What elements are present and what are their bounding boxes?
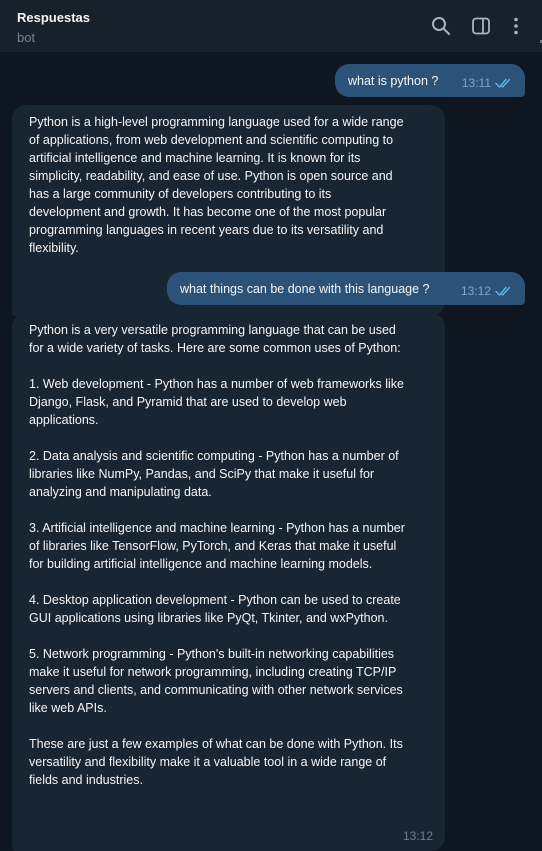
double-check-icon bbox=[495, 78, 511, 88]
chat-header: Respuestas bot bbox=[0, 0, 542, 53]
more-vertical-icon bbox=[514, 17, 518, 35]
sidebar-toggle-icon bbox=[472, 17, 490, 35]
message-outgoing[interactable]: what things can be done with this langua… bbox=[167, 272, 525, 305]
message-text: Python is a high-level programming langu… bbox=[29, 115, 404, 255]
chat-subtitle: bot bbox=[17, 30, 36, 45]
chat-title[interactable]: Respuestas bbox=[17, 10, 90, 25]
message-text: what things can be done with this langua… bbox=[180, 282, 430, 296]
double-check-icon bbox=[495, 286, 511, 296]
search-button[interactable] bbox=[429, 14, 453, 38]
message-time: 13:11 bbox=[461, 76, 491, 90]
message-list[interactable]: what is python ? 13:11 Python is a high-… bbox=[0, 53, 542, 851]
message-meta: 13:12 bbox=[461, 282, 513, 300]
message-outgoing[interactable]: what is python ? 13:11 bbox=[335, 64, 525, 97]
message-time: 13:12 bbox=[402, 829, 433, 843]
message-time: 13:12 bbox=[460, 284, 491, 298]
message-text: Python is a very versatile programming l… bbox=[29, 323, 405, 787]
message-meta: 13:12 bbox=[403, 827, 433, 845]
sidebar-toggle-button[interactable] bbox=[469, 14, 493, 38]
message-text: what is python ? bbox=[348, 74, 439, 88]
more-menu-button[interactable] bbox=[504, 14, 528, 38]
message-incoming[interactable]: Python is a very versatile programming l… bbox=[12, 313, 445, 851]
search-icon bbox=[432, 17, 450, 35]
message-meta: 13:11 bbox=[462, 74, 513, 92]
